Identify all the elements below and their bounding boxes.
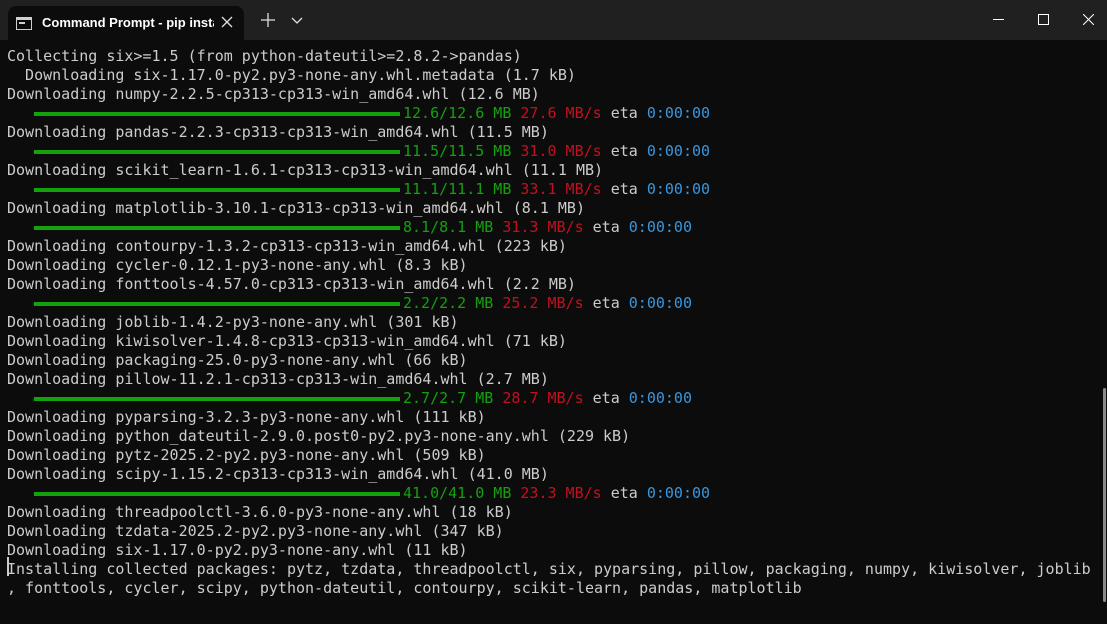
close-icon bbox=[221, 16, 233, 28]
progress-eta-label: eta bbox=[592, 218, 620, 236]
progress-eta-label: eta bbox=[610, 142, 638, 160]
terminal-line: Downloading scipy-1.15.2-cp313-cp313-win… bbox=[7, 465, 549, 483]
progress-eta-label: eta bbox=[592, 294, 620, 312]
progress-eta: 0:00:00 bbox=[646, 104, 711, 122]
terminal-line: Downloading pandas-2.2.3-cp313-cp313-win… bbox=[7, 123, 549, 141]
maximize-button[interactable] bbox=[1020, 0, 1066, 40]
terminal-line: Downloading kiwisolver-1.4.8-cp313-cp313… bbox=[7, 332, 567, 350]
progress-eta: 0:00:00 bbox=[646, 484, 711, 502]
progress-speed: 27.6 MB/s bbox=[520, 104, 602, 122]
progress-eta: 0:00:00 bbox=[646, 180, 711, 198]
progress-eta-label: eta bbox=[610, 484, 638, 502]
progress-bar bbox=[34, 226, 400, 230]
progress-speed: 31.0 MB/s bbox=[520, 142, 602, 160]
progress-size: 41.0/41.0 MB bbox=[403, 484, 512, 502]
progress-eta: 0:00:00 bbox=[646, 142, 711, 160]
progress-eta-label: eta bbox=[592, 389, 620, 407]
close-window-button[interactable] bbox=[1065, 0, 1107, 40]
tab-command-prompt[interactable]: Command Prompt - pip insta bbox=[8, 6, 244, 40]
terminal-line: Downloading python_dateutil-2.9.0.post0-… bbox=[7, 427, 631, 445]
progress-size: 8.1/8.1 MB bbox=[403, 218, 494, 236]
progress-size: 2.7/2.7 MB bbox=[403, 389, 494, 407]
progress-eta-label: eta bbox=[610, 104, 638, 122]
progress-speed: 33.1 MB/s bbox=[520, 180, 602, 198]
progress-speed: 23.3 MB/s bbox=[520, 484, 602, 502]
terminal-line: Downloading cycler-0.12.1-py3-none-any.w… bbox=[7, 256, 468, 274]
progress-eta-label: eta bbox=[610, 180, 638, 198]
terminal-line: Installing collected packages: pytz, tzd… bbox=[7, 560, 1091, 578]
progress-text: 11.5/11.5 MB 31.0 MB/s eta 0:00:00 bbox=[403, 142, 710, 161]
progress-bar bbox=[34, 492, 400, 496]
progress-text: 2.7/2.7 MB 28.7 MB/s eta 0:00:00 bbox=[403, 389, 692, 408]
progress-text: 11.1/11.1 MB 33.1 MB/s eta 0:00:00 bbox=[403, 180, 710, 199]
progress-eta: 0:00:00 bbox=[628, 294, 692, 312]
progress-bar bbox=[34, 188, 400, 192]
close-icon bbox=[1083, 14, 1094, 25]
terminal-window: Command Prompt - pip insta Collecting si… bbox=[0, 0, 1107, 624]
progress-size: 2.2/2.2 MB bbox=[403, 294, 494, 312]
maximize-icon bbox=[1038, 14, 1049, 25]
progress-speed: 25.2 MB/s bbox=[502, 294, 584, 312]
progress-size: 11.5/11.5 MB bbox=[403, 142, 512, 160]
new-tab-button[interactable] bbox=[258, 10, 278, 30]
progress-bar bbox=[34, 302, 400, 306]
progress-speed: 31.3 MB/s bbox=[502, 218, 584, 236]
terminal-line: Collecting six>=1.5 (from python-dateuti… bbox=[7, 47, 522, 65]
text-cursor bbox=[7, 557, 9, 576]
progress-bar bbox=[34, 150, 400, 154]
plus-icon bbox=[261, 13, 275, 27]
progress-text: 8.1/8.1 MB 31.3 MB/s eta 0:00:00 bbox=[403, 218, 692, 237]
terminal-line: Downloading scikit_learn-1.6.1-cp313-cp3… bbox=[7, 161, 604, 179]
progress-text: 2.2/2.2 MB 25.2 MB/s eta 0:00:00 bbox=[403, 294, 692, 313]
progress-eta: 0:00:00 bbox=[628, 389, 692, 407]
terminal-output[interactable]: Collecting six>=1.5 (from python-dateuti… bbox=[0, 40, 1095, 624]
terminal-line: Downloading numpy-2.2.5-cp313-cp313-win_… bbox=[7, 85, 540, 103]
terminal-line: Downloading pyparsing-3.2.3-py3-none-any… bbox=[7, 408, 486, 426]
chevron-down-icon bbox=[291, 17, 303, 24]
terminal-line: Downloading tzdata-2025.2-py2.py3-none-a… bbox=[7, 522, 504, 540]
terminal-line: Downloading joblib-1.4.2-py3-none-any.wh… bbox=[7, 313, 459, 331]
title-bar[interactable]: Command Prompt - pip insta bbox=[0, 0, 1107, 40]
close-tab-button[interactable] bbox=[218, 11, 236, 33]
progress-bar bbox=[34, 397, 400, 401]
terminal-line: Downloading matplotlib-3.10.1-cp313-cp31… bbox=[7, 199, 585, 217]
progress-text: 41.0/41.0 MB 23.3 MB/s eta 0:00:00 bbox=[403, 484, 710, 503]
minimize-button[interactable] bbox=[975, 0, 1021, 40]
progress-size: 12.6/12.6 MB bbox=[403, 104, 512, 122]
terminal-line: Downloading pillow-11.2.1-cp313-cp313-wi… bbox=[7, 370, 549, 388]
tab-title: Command Prompt - pip insta bbox=[42, 15, 214, 30]
progress-text: 12.6/12.6 MB 27.6 MB/s eta 0:00:00 bbox=[403, 104, 710, 123]
progress-speed: 28.7 MB/s bbox=[502, 389, 584, 407]
terminal-line: Downloading fonttools-4.57.0-cp313-cp313… bbox=[7, 275, 576, 293]
terminal-line: Downloading six-1.17.0-py2.py3-none-any.… bbox=[7, 66, 576, 84]
cmd-icon bbox=[16, 17, 32, 30]
progress-bar bbox=[34, 112, 400, 116]
progress-eta: 0:00:00 bbox=[628, 218, 692, 236]
progress-size: 11.1/11.1 MB bbox=[403, 180, 512, 198]
terminal-line: Downloading contourpy-1.3.2-cp313-cp313-… bbox=[7, 237, 567, 255]
terminal-line: Downloading six-1.17.0-py2.py3-none-any.… bbox=[7, 541, 468, 559]
scrollbar-thumb[interactable] bbox=[1103, 388, 1106, 602]
terminal-line: Downloading threadpoolctl-3.6.0-py3-none… bbox=[7, 503, 513, 521]
terminal-line: Downloading pytz-2025.2-py2.py3-none-any… bbox=[7, 446, 486, 464]
minimize-icon bbox=[993, 19, 1004, 20]
terminal-line: , fonttools, cycler, scipy, python-dateu… bbox=[7, 579, 802, 597]
terminal-line: Downloading packaging-25.0-py3-none-any.… bbox=[7, 351, 468, 369]
tab-dropdown-button[interactable] bbox=[289, 12, 305, 28]
